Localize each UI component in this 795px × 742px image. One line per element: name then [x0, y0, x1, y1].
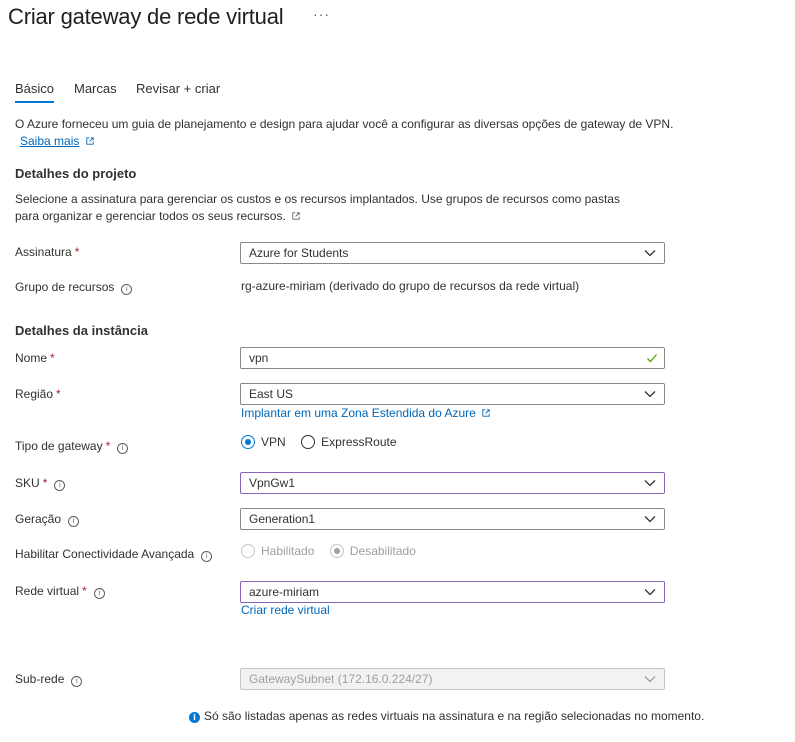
radio-desabilitado-label: Desabilitado	[349, 544, 416, 558]
required-marker: *	[50, 351, 55, 365]
tab-basico[interactable]: Básico	[15, 81, 55, 103]
required-marker: *	[82, 584, 87, 598]
project-description: Selecione a assinatura para gerenciar os…	[15, 191, 635, 225]
intro-text: O Azure forneceu um guia de planejamento…	[15, 116, 715, 150]
sku-value: VpnGw1	[249, 476, 296, 490]
required-marker: *	[74, 245, 80, 259]
external-link-icon	[292, 212, 300, 220]
generation-value: Generation1	[249, 512, 316, 526]
subnet-select: GatewaySubnet (172.16.0.224/27)	[240, 668, 665, 690]
subscription-label-text: Assinatura	[15, 245, 72, 259]
generation-label: Geração i	[15, 512, 80, 527]
radio-desabilitado	[329, 544, 344, 558]
info-icon[interactable]: i	[93, 588, 105, 599]
subscription-value: Azure for Students	[249, 246, 349, 260]
vnet-value: azure-miriam	[249, 585, 320, 599]
advanced-connectivity-label: Habilitar Conectividade Avançada i	[15, 547, 213, 562]
name-value: vpn	[249, 351, 269, 365]
chevron-down-icon	[644, 589, 656, 596]
saiba-mais-link[interactable]: Saiba mais	[20, 134, 79, 148]
region-value: East US	[249, 387, 294, 401]
tab-marcas[interactable]: Marcas	[74, 81, 117, 96]
region-label-text: Região	[15, 387, 54, 401]
external-link-icon	[482, 409, 490, 417]
sku-label: SKU * i	[15, 476, 66, 491]
required-marker: *	[56, 387, 61, 401]
gateway-type-label: Tipo de gateway * i	[15, 439, 129, 454]
extended-zone-link[interactable]: Implantar em uma Zona Estendida do Azure	[241, 406, 476, 420]
subnet-label-text: Sub-rede	[15, 672, 65, 686]
required-marker: *	[42, 476, 48, 490]
info-icon[interactable]: i	[68, 516, 80, 527]
generation-label-text: Geração	[15, 512, 62, 526]
info-icon[interactable]: i	[121, 284, 133, 295]
resource-group-value: rg-azure-miriam (derivado do grupo de re…	[241, 279, 580, 293]
subscription-label: Assinatura *	[15, 245, 79, 259]
info-icon[interactable]: i	[201, 551, 213, 562]
project-details-heading: Detalhes do projeto	[15, 166, 137, 181]
radio-habilitado	[241, 544, 255, 558]
advanced-connectivity-label-text: Habilitar Conectividade Avançada	[15, 547, 195, 561]
sku-select[interactable]: VpnGw1	[240, 472, 665, 494]
tab-revisar-criar[interactable]: Revisar + criar	[136, 81, 220, 96]
sku-label-text: SKU	[15, 476, 40, 490]
name-input[interactable]: vpn	[240, 347, 665, 369]
subnet-note-text: Só são listadas apenas as redes virtuais…	[204, 709, 705, 723]
info-icon[interactable]: i	[71, 676, 83, 687]
region-label: Região *	[15, 387, 61, 401]
info-icon[interactable]: i	[54, 480, 66, 491]
subnet-value: GatewaySubnet (172.16.0.224/27)	[249, 672, 433, 686]
chevron-down-icon	[644, 676, 656, 683]
gateway-type-radio-group: VPN ExpressRoute	[241, 435, 409, 449]
chevron-down-icon	[644, 391, 656, 398]
info-filled-icon: i	[189, 712, 200, 723]
radio-expressroute-label[interactable]: ExpressRoute	[321, 435, 396, 449]
info-icon[interactable]: i	[117, 443, 129, 454]
radio-vpn[interactable]	[241, 435, 255, 449]
subnet-label: Sub-rede i	[15, 672, 83, 687]
subnet-note: i Só são listadas apenas as redes virtuai…	[189, 709, 704, 723]
instance-details-heading: Detalhes da instância	[15, 323, 148, 338]
extended-zone-link-wrap: Implantar em uma Zona Estendida do Azure	[241, 406, 490, 420]
chevron-down-icon	[644, 250, 656, 257]
vnet-label: Rede virtual * i	[15, 584, 105, 599]
page-title: Criar gateway de rede virtual	[8, 4, 284, 29]
external-link-icon	[86, 137, 94, 145]
project-description-text: Selecione a assinatura para gerenciar os…	[15, 192, 620, 223]
vnet-label-text: Rede virtual	[15, 584, 80, 598]
name-label-text: Nome	[15, 351, 48, 365]
subscription-select[interactable]: Azure for Students	[240, 242, 665, 264]
check-icon	[647, 354, 657, 363]
intro-description: O Azure forneceu um guia de planejamento…	[15, 117, 674, 131]
gateway-type-label-text: Tipo de gateway	[15, 439, 103, 453]
create-vnet-link[interactable]: Criar rede virtual	[241, 603, 330, 617]
chevron-down-icon	[644, 516, 656, 523]
vnet-select[interactable]: azure-miriam	[240, 581, 665, 603]
generation-select[interactable]: Generation1	[240, 508, 665, 530]
advanced-connectivity-radio-group: Habilitado Desabilitado	[241, 544, 428, 558]
chevron-down-icon	[644, 480, 656, 487]
radio-habilitado-label: Habilitado	[261, 544, 315, 558]
resource-group-label-text: Grupo de recursos	[15, 280, 115, 294]
name-label: Nome *	[15, 351, 55, 365]
radio-vpn-label[interactable]: VPN	[261, 435, 286, 449]
more-options-button[interactable]: ···	[313, 6, 330, 22]
required-marker: *	[105, 439, 111, 453]
region-select[interactable]: East US	[240, 383, 665, 405]
resource-group-label: Grupo de recursos i	[15, 280, 133, 295]
radio-expressroute[interactable]	[301, 435, 316, 449]
